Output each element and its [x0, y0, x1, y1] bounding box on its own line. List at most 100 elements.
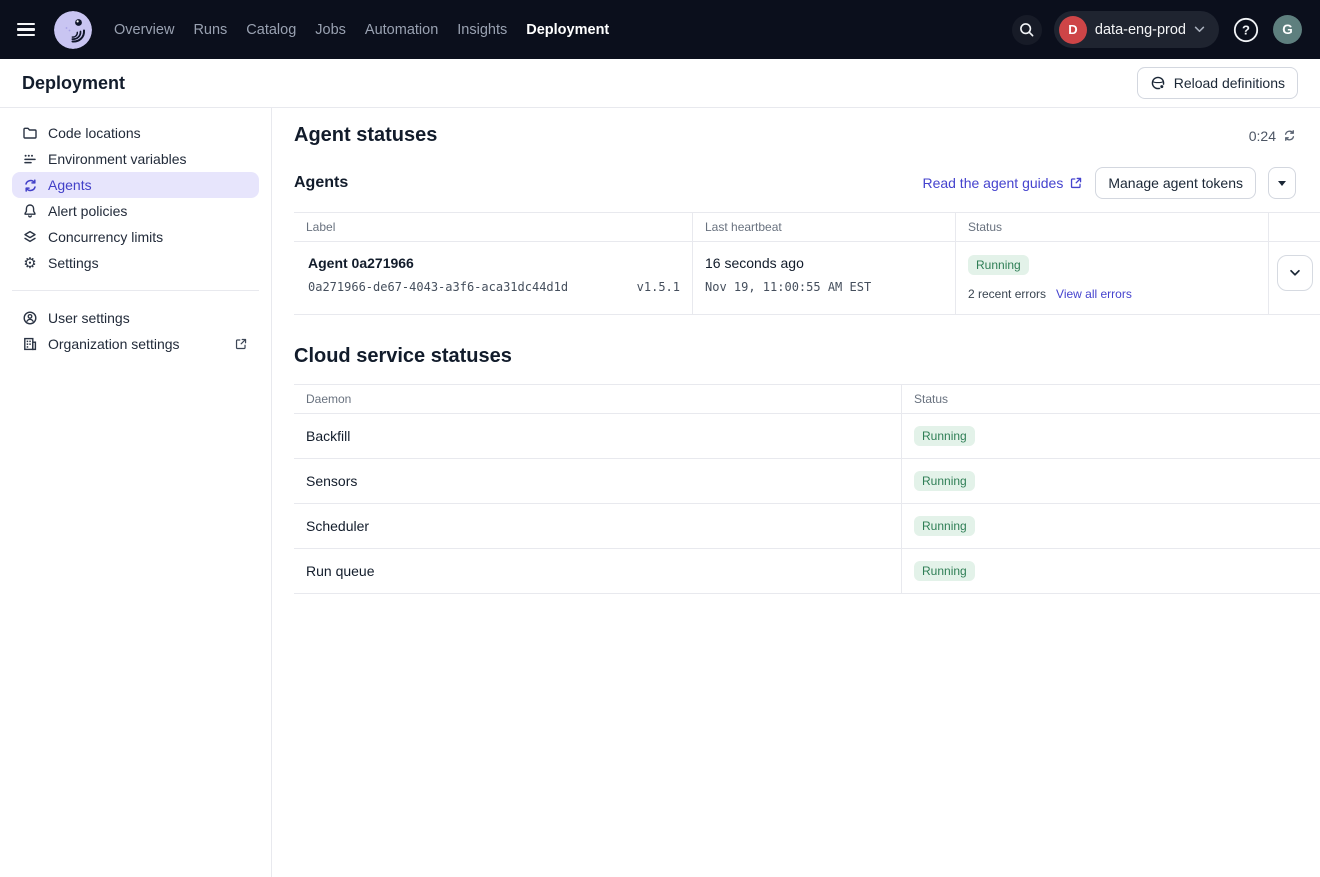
column-header-status: Status	[955, 213, 1268, 241]
top-nav-bar: Overview Runs Catalog Jobs Automation In…	[0, 0, 1320, 59]
env-vars-icon	[22, 151, 38, 167]
page-header: Deployment Reload definitions	[0, 59, 1320, 108]
nav-runs[interactable]: Runs	[193, 18, 227, 42]
daemon-status-cell: Running	[901, 414, 1320, 458]
sidebar-item-label: Code locations	[48, 125, 141, 141]
daemon-name: Scheduler	[294, 518, 901, 534]
agent-version: v1.5.1	[637, 280, 680, 294]
sidebar-item-label: Organization settings	[48, 336, 180, 352]
sidebar-item-settings[interactable]: ⚙ Settings	[12, 250, 259, 276]
organization-icon	[22, 336, 38, 352]
folder-icon	[22, 125, 38, 141]
agent-guides-link[interactable]: Read the agent guides	[922, 175, 1083, 191]
sidebar-item-alert-policies[interactable]: Alert policies	[12, 198, 259, 224]
user-icon	[22, 310, 38, 326]
agent-actions-dropdown-button[interactable]	[1268, 167, 1296, 199]
daemon-status-cell: Running	[901, 549, 1320, 593]
agent-label-cell: Agent 0a271966 0a271966-de67-4043-a3f6-a…	[294, 242, 692, 314]
layers-icon	[22, 229, 38, 245]
sidebar-item-concurrency-limits[interactable]: Concurrency limits	[12, 224, 259, 250]
sidebar-item-organization-settings[interactable]: Organization settings	[12, 331, 259, 357]
nav-deployment[interactable]: Deployment	[526, 18, 609, 42]
daemon-row-run-queue: Run queue Running	[294, 549, 1320, 594]
cloud-service-statuses-heading: Cloud service statuses	[294, 345, 512, 368]
agent-row: Agent 0a271966 0a271966-de67-4043-a3f6-a…	[294, 242, 1320, 315]
column-header-last-heartbeat: Last heartbeat	[692, 213, 955, 241]
nav-automation[interactable]: Automation	[365, 18, 438, 42]
search-icon	[1018, 21, 1035, 38]
cloud-services-table: Daemon Status Backfill Running Sensors R…	[294, 384, 1320, 594]
agent-cycle-icon	[22, 177, 38, 193]
search-button[interactable]	[1012, 15, 1042, 45]
sidebar-item-label: Environment variables	[48, 151, 187, 167]
primary-nav: Overview Runs Catalog Jobs Automation In…	[114, 18, 609, 42]
svg-text:?: ?	[1242, 22, 1250, 37]
deployment-switcher[interactable]: D data-eng-prod	[1054, 11, 1219, 48]
deployment-name: data-eng-prod	[1095, 22, 1186, 38]
code-location-globe-icon	[1150, 75, 1166, 91]
hamburger-menu-button[interactable]	[14, 15, 44, 45]
daemon-name: Run queue	[294, 563, 901, 579]
agents-section-title: Agents	[294, 174, 348, 192]
daemon-row-backfill: Backfill Running	[294, 414, 1320, 459]
caret-down-icon	[1278, 181, 1286, 186]
sidebar-item-label: Alert policies	[48, 203, 127, 219]
reload-definitions-label: Reload definitions	[1174, 75, 1285, 91]
nav-overview[interactable]: Overview	[114, 18, 174, 42]
sidebar-item-label: User settings	[48, 310, 130, 326]
column-header-status: Status	[901, 385, 1320, 413]
column-header-label: Label	[294, 213, 692, 241]
sidebar-item-environment-variables[interactable]: Environment variables	[12, 146, 259, 172]
recent-errors-count: 2 recent errors	[968, 287, 1046, 301]
agent-guides-link-label: Read the agent guides	[922, 175, 1063, 191]
daemon-status-cell: Running	[901, 459, 1320, 503]
daemon-row-sensors: Sensors Running	[294, 459, 1320, 504]
refresh-icon[interactable]	[1283, 129, 1296, 142]
dagster-logo[interactable]	[54, 11, 92, 49]
heartbeat-timestamp: Nov 19, 11:00:55 AM EST	[705, 280, 943, 294]
agent-status-cell: Running 2 recent errors View all errors	[955, 242, 1268, 314]
main-content: Agent statuses 0:24 Agents Read the agen…	[272, 108, 1320, 877]
nav-jobs[interactable]: Jobs	[315, 18, 346, 42]
octopus-logo-icon	[54, 11, 92, 49]
agent-statuses-heading: Agent statuses	[294, 124, 437, 147]
daemon-row-scheduler: Scheduler Running	[294, 504, 1320, 549]
status-badge: Running	[914, 426, 975, 446]
sidebar-item-code-locations[interactable]: Code locations	[12, 120, 259, 146]
manage-agent-tokens-label: Manage agent tokens	[1108, 175, 1243, 191]
expand-agent-row-button[interactable]	[1277, 255, 1313, 291]
agents-table-header: Label Last heartbeat Status	[294, 213, 1320, 242]
deployment-initial-badge: D	[1059, 16, 1087, 44]
sidebar-item-user-settings[interactable]: User settings	[12, 305, 259, 331]
help-icon: ?	[1233, 17, 1259, 43]
bell-icon	[22, 203, 38, 219]
agents-table: Label Last heartbeat Status Agent 0a2719…	[294, 212, 1320, 315]
status-badge: Running	[968, 255, 1029, 275]
sidebar-item-label: Settings	[48, 255, 99, 271]
nav-insights[interactable]: Insights	[457, 18, 507, 42]
daemon-status-cell: Running	[901, 504, 1320, 548]
status-badge: Running	[914, 561, 975, 581]
external-link-icon	[233, 336, 249, 352]
chevron-down-icon	[1288, 266, 1302, 280]
reload-definitions-button[interactable]: Reload definitions	[1137, 67, 1298, 99]
sidebar-item-label: Agents	[48, 177, 92, 193]
refresh-countdown: 0:24	[1249, 128, 1296, 144]
sidebar-item-label: Concurrency limits	[48, 229, 163, 245]
daemon-name: Sensors	[294, 473, 901, 489]
manage-agent-tokens-button[interactable]: Manage agent tokens	[1095, 167, 1256, 199]
sidebar-item-agents[interactable]: Agents	[12, 172, 259, 198]
agent-heartbeat-cell: 16 seconds ago Nov 19, 11:00:55 AM EST	[692, 242, 955, 314]
external-link-icon	[1069, 176, 1083, 190]
user-avatar[interactable]: G	[1273, 15, 1302, 44]
sidebar-divider	[12, 290, 259, 291]
view-all-errors-link[interactable]: View all errors	[1056, 287, 1132, 301]
column-header-expander	[1268, 213, 1320, 241]
status-badge: Running	[914, 516, 975, 536]
page-title: Deployment	[22, 73, 125, 94]
nav-catalog[interactable]: Catalog	[246, 18, 296, 42]
status-badge: Running	[914, 471, 975, 491]
chevron-down-icon	[1194, 26, 1205, 33]
help-button[interactable]: ?	[1231, 15, 1261, 45]
agent-id: 0a271966-de67-4043-a3f6-aca31dc44d1d	[308, 280, 568, 294]
